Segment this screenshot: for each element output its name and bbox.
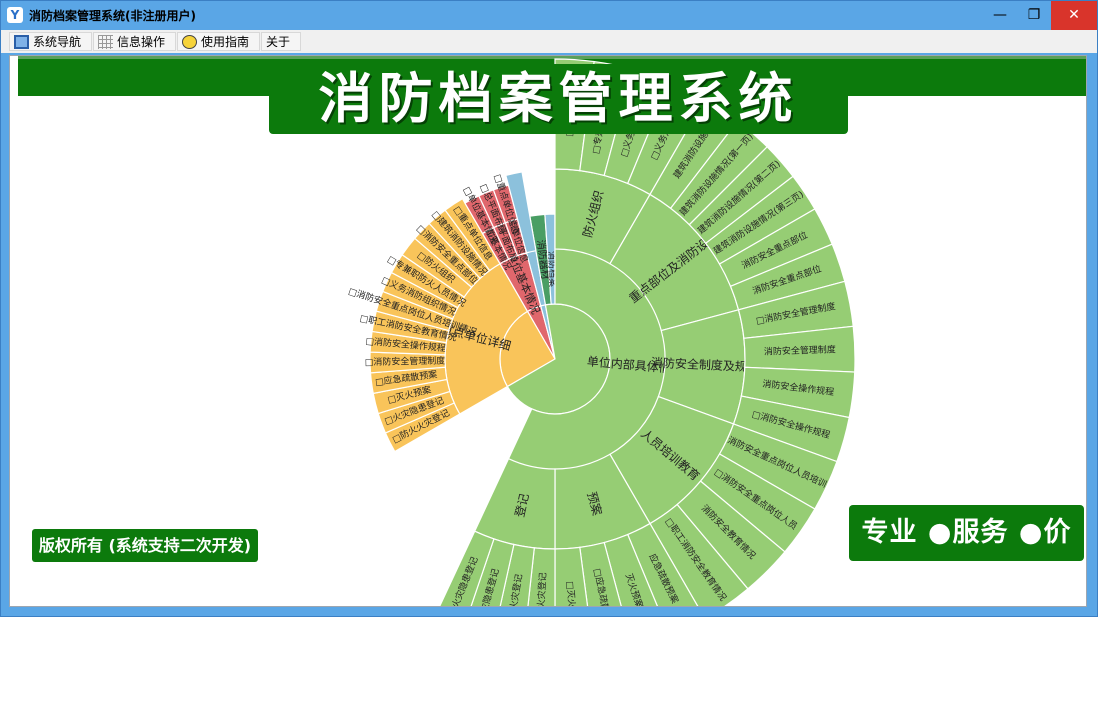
- monitor-icon: [14, 35, 29, 49]
- menu-about[interactable]: 关于: [261, 32, 301, 51]
- menu-bar: 系统导航 信息操作 使用指南 关于: [1, 30, 1097, 53]
- menu-info-ops[interactable]: 信息操作: [93, 32, 176, 51]
- menu-system-nav[interactable]: 系统导航: [9, 32, 92, 51]
- copyright-label: 版权所有 (系统支持二次开发): [32, 529, 258, 562]
- restore-icon[interactable]: ❐: [1017, 1, 1051, 30]
- close-icon[interactable]: ✕: [1051, 1, 1097, 30]
- title-bar[interactable]: Y 消防档案管理系统(非注册用户) — ❐ ✕: [1, 1, 1097, 30]
- slogan-label: 专业 ●服务 ●价值: [849, 505, 1084, 604]
- menu-user-guide[interactable]: 使用指南: [177, 32, 260, 51]
- app-banner-title: 消防档案管理系统: [269, 64, 848, 134]
- grid-icon: [98, 35, 113, 49]
- main-window: Y 消防档案管理系统(非注册用户) — ❐ ✕ 系统导航 信息操作 使用指南 关…: [0, 0, 1098, 617]
- window-title: 消防档案管理系统(非注册用户): [29, 9, 196, 23]
- minimize-icon[interactable]: —: [983, 1, 1017, 30]
- client-area: 重点单位详细单位基本情况消防器材消防档案单位内部具体情况防火组织□防火组织□专兼…: [9, 55, 1087, 607]
- clock-icon: [182, 35, 197, 49]
- app-logo-icon: Y: [7, 7, 23, 23]
